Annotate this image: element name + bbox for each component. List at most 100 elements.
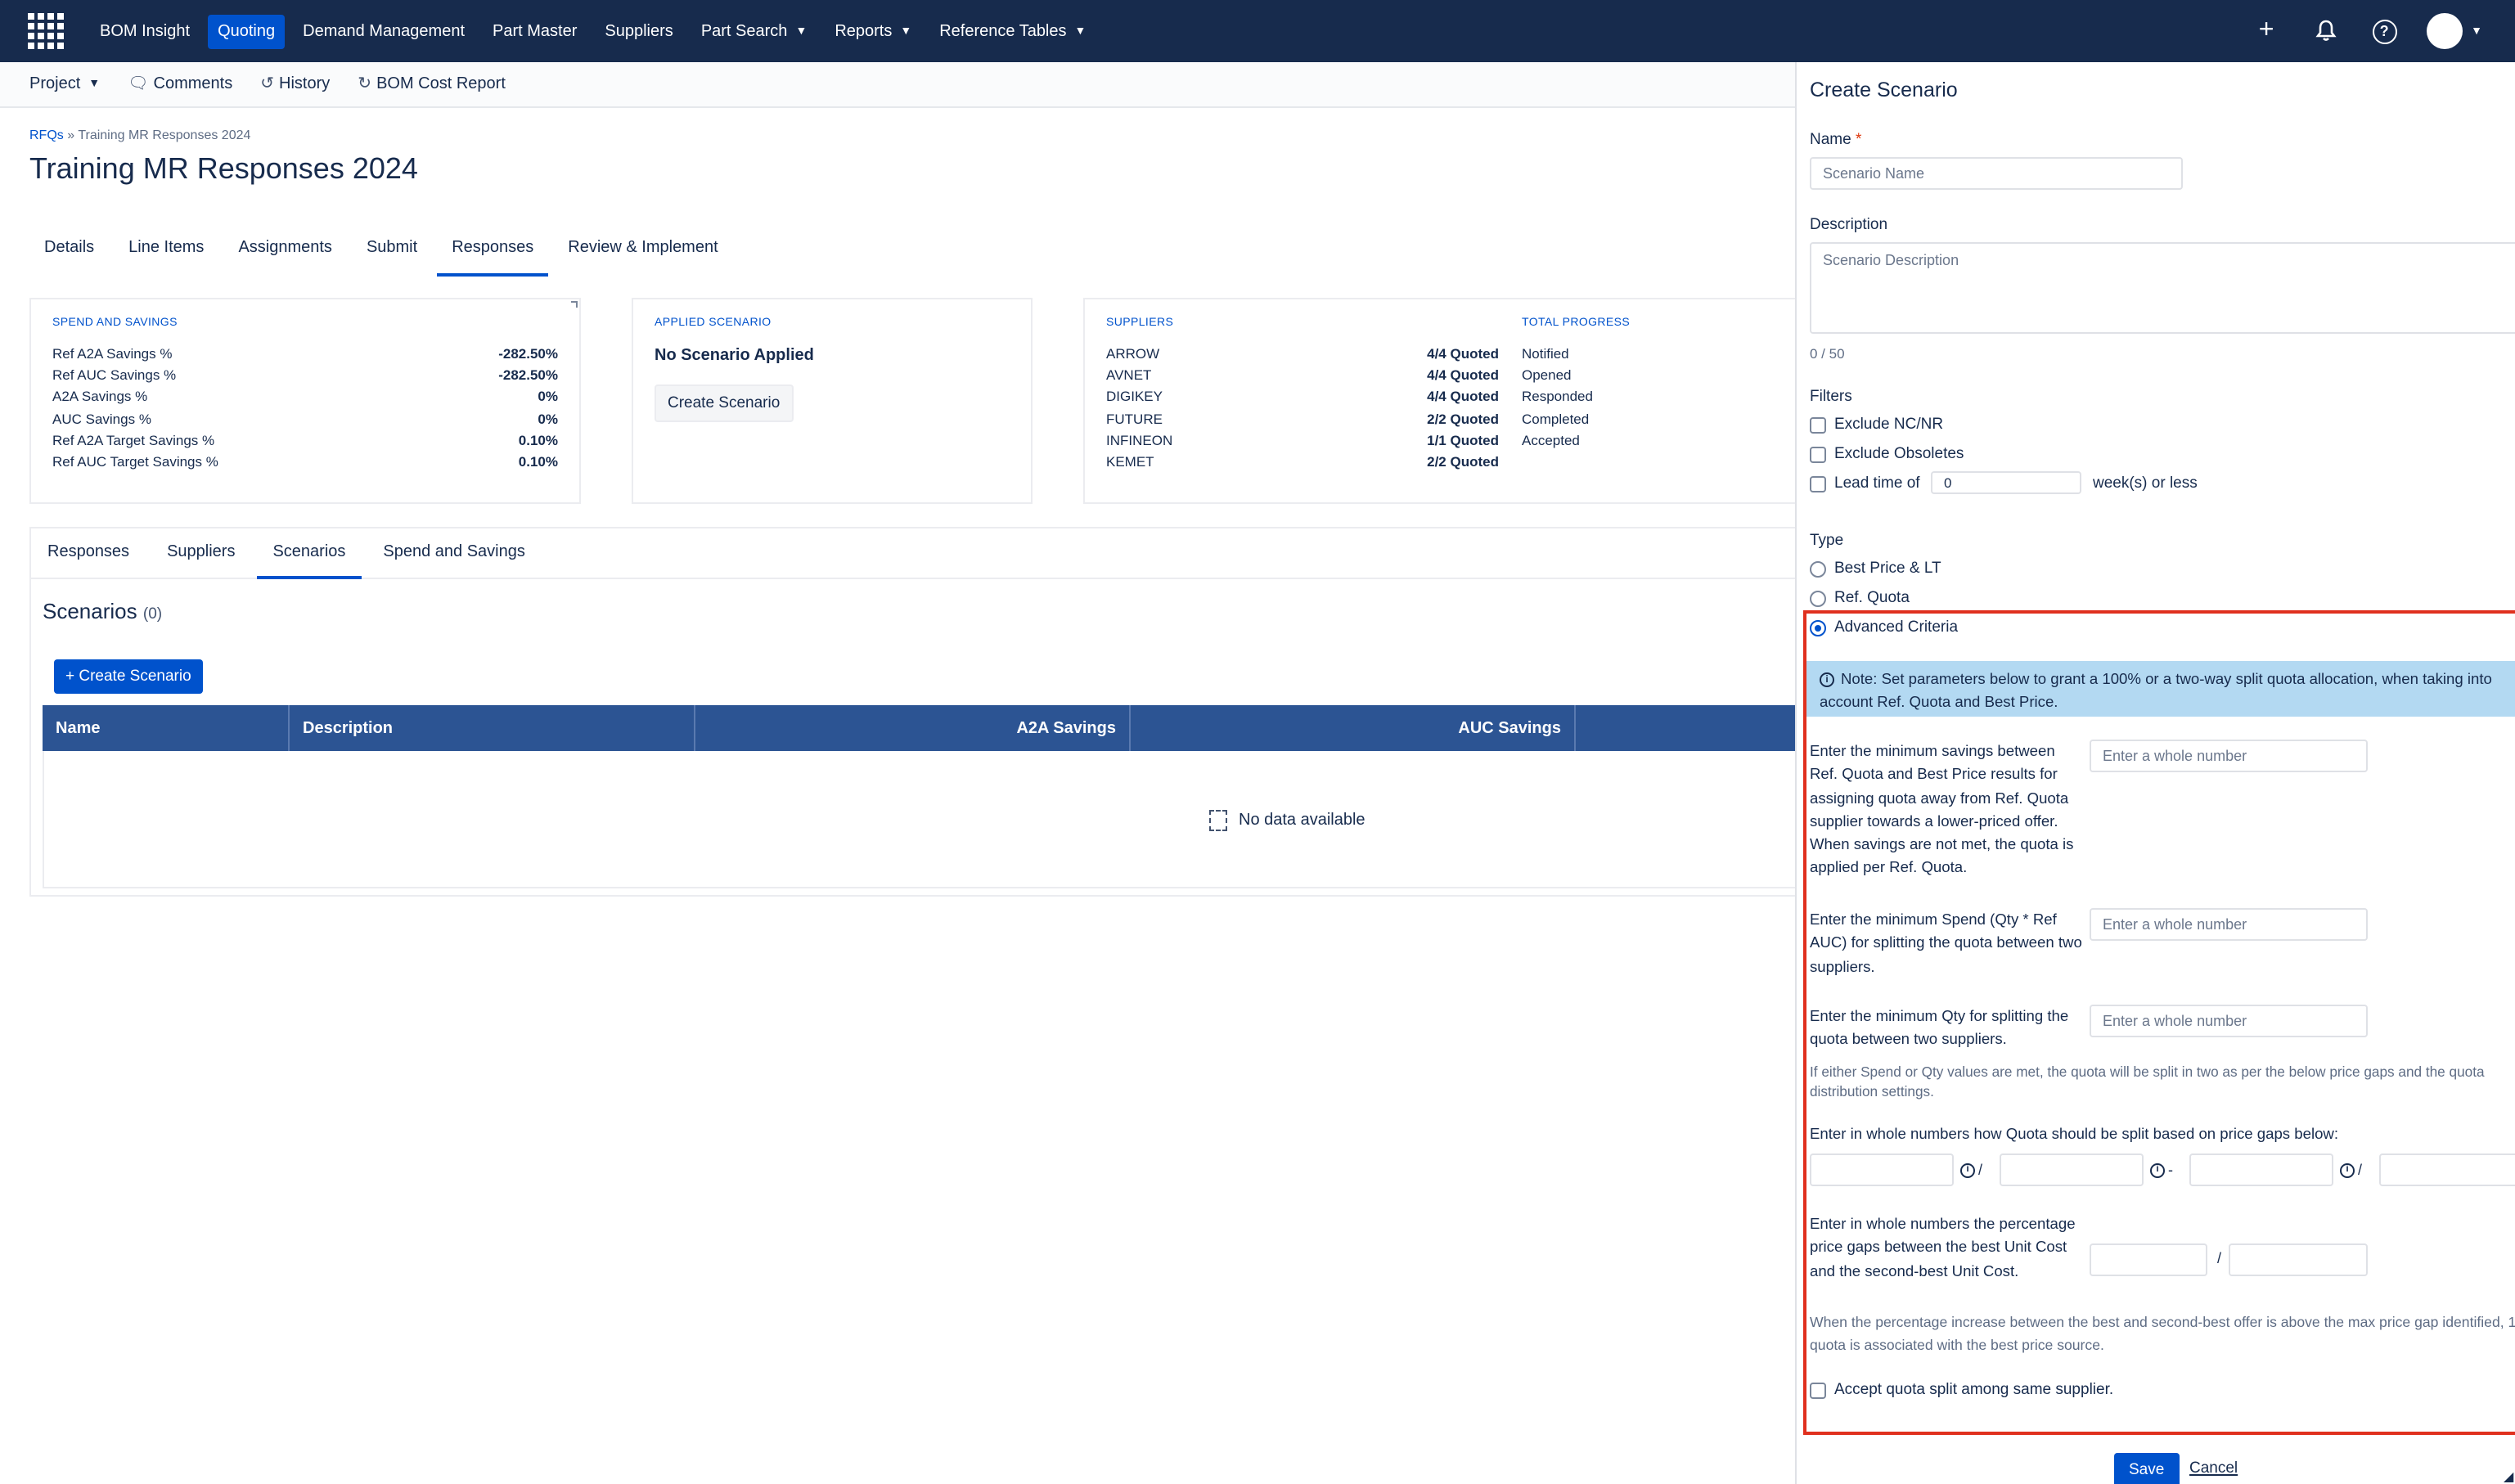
- checkbox-box[interactable]: [1810, 475, 1826, 492]
- exclude-ncnr-checkbox[interactable]: Exclude NC/NR: [1810, 416, 1943, 434]
- bom-cost-report-link[interactable]: ↻ BOM Cost Report: [358, 75, 506, 93]
- comments-link[interactable]: 🗨 Comments: [128, 75, 232, 93]
- info-icon[interactable]: i: [2150, 1162, 2165, 1177]
- supplier-row: DIGIKEY 4/4 Quoted: [1106, 385, 1499, 407]
- app-root: BOM Insight Quoting Demand Management Part …: [0, 0, 2515, 1484]
- type-radio-ref-quota[interactable]: Ref. Quota: [1810, 589, 1910, 607]
- avatar[interactable]: [2427, 13, 2463, 49]
- column-header-description[interactable]: Description: [290, 705, 695, 751]
- main-tabs: Details Line Items Assignments Submit Respon…: [29, 229, 738, 277]
- type-radio-best-price-lt[interactable]: Best Price & LT: [1810, 560, 1941, 578]
- supplier-quoted: 4/4 Quoted: [1427, 366, 1499, 383]
- supplier-rows: ARROW 4/4 Quoted AVNET 4/4 Quoted DIGIKEY 4/4…: [1106, 342, 1499, 473]
- price-gap-max-input[interactable]: [2229, 1243, 2368, 1276]
- supplier-name: FUTURE: [1106, 410, 1163, 427]
- lead-time-input[interactable]: 0: [1931, 471, 2081, 494]
- nav-item-demand-management[interactable]: Demand Management: [293, 14, 475, 48]
- progress-row: Opened: [1522, 364, 1784, 386]
- type-radio-label: Ref. Quota: [1834, 589, 1910, 607]
- quota-split-input-1[interactable]: [1810, 1153, 1954, 1186]
- quota-split-input-4[interactable]: [2379, 1153, 2515, 1186]
- nav-item-label: Quoting: [218, 22, 276, 40]
- column-header-a2a-savings[interactable]: A2A Savings: [695, 705, 1131, 751]
- checkbox-box[interactable]: [1810, 446, 1826, 462]
- quota-split-input-3[interactable]: [2189, 1153, 2333, 1186]
- info-icon[interactable]: i: [1960, 1162, 1975, 1177]
- top-navigation: BOM Insight Quoting Demand Management Part …: [0, 0, 2515, 62]
- cancel-button[interactable]: Cancel: [2189, 1459, 2238, 1477]
- applied-heading: APPLIED SCENARIO: [655, 317, 772, 329]
- accept-split-label: Accept quota split among same supplier.: [1834, 1381, 2114, 1399]
- accept-split-checkbox[interactable]: Accept quota split among same supplier.: [1810, 1381, 2113, 1399]
- column-header-empty: [1576, 705, 1798, 751]
- history-link[interactable]: ↺ History: [260, 75, 330, 93]
- radio-button[interactable]: [1810, 560, 1826, 577]
- nav-item-part-master[interactable]: Part Master: [483, 14, 587, 48]
- help-icon[interactable]: ?: [2368, 15, 2400, 47]
- spend-row-value: -282.50%: [498, 366, 558, 383]
- tab-responses[interactable]: Responses: [437, 229, 549, 277]
- checkbox-box[interactable]: [1810, 1382, 1826, 1398]
- scenarios-count: (0): [142, 605, 163, 623]
- radio-button[interactable]: [1810, 590, 1826, 606]
- chevron-down-icon: ▼: [795, 25, 808, 37]
- nav-item-bom-insight[interactable]: BOM Insight: [90, 14, 200, 48]
- min-spend-input[interactable]: [2090, 908, 2368, 941]
- create-scenario-card-button[interactable]: Create Scenario: [655, 384, 794, 422]
- tab-submit[interactable]: Submit: [352, 229, 432, 277]
- app-grid-icon[interactable]: [28, 13, 64, 49]
- spend-row-label: Ref A2A Savings %: [52, 344, 173, 362]
- scenarios-table-header: Name Description A2A Savings AUC Savings: [43, 705, 1798, 751]
- lead-time-checkbox[interactable]: Lead time of: [1810, 474, 1920, 492]
- name-label-text: Name: [1810, 131, 1851, 149]
- nav-item-suppliers[interactable]: Suppliers: [595, 14, 682, 48]
- tab-assignments[interactable]: Assignments: [223, 229, 347, 277]
- scenario-name-input[interactable]: [1810, 157, 2183, 190]
- tab-review-implement[interactable]: Review & Implement: [553, 229, 732, 277]
- sub-tabs: Responses Suppliers Scenarios Spend and Sav…: [31, 528, 1798, 579]
- info-icon[interactable]: i: [2340, 1162, 2355, 1177]
- quota-split-info: i /: [1960, 1162, 1982, 1178]
- column-header-auc-savings[interactable]: AUC Savings: [1131, 705, 1576, 751]
- supplier-row: KEMET 2/2 Quoted: [1106, 451, 1499, 473]
- min-qty-input[interactable]: [2090, 1005, 2368, 1037]
- checkbox-box[interactable]: [1810, 416, 1826, 433]
- nav-item-quoting[interactable]: Quoting: [208, 14, 286, 48]
- chevron-down-icon: ▼: [1074, 25, 1087, 37]
- column-header-name[interactable]: Name: [43, 705, 290, 751]
- scenarios-table-body: No data available: [43, 751, 1798, 888]
- min-savings-input[interactable]: [2090, 740, 2368, 772]
- exclude-obsoletes-checkbox[interactable]: Exclude Obsoletes: [1810, 445, 1964, 463]
- save-button[interactable]: Save: [2114, 1453, 2180, 1484]
- create-scenario-button[interactable]: + Create Scenario: [54, 659, 203, 694]
- nav-item-reports[interactable]: Reports ▼: [825, 14, 921, 48]
- description-counter: 0 / 50: [1810, 345, 1845, 362]
- tab-line-items[interactable]: Line Items: [114, 229, 218, 277]
- nav-item-reference-tables[interactable]: Reference Tables ▼: [929, 14, 1096, 48]
- subtab-responses[interactable]: Responses: [31, 528, 146, 579]
- supplier-quoted: 2/2 Quoted: [1427, 453, 1499, 470]
- nav-item-part-search[interactable]: Part Search ▼: [691, 14, 817, 48]
- breadcrumb-rfqs-link[interactable]: RFQs: [29, 128, 64, 142]
- quota-split-input-2[interactable]: [2000, 1153, 2144, 1186]
- price-gap-min-input[interactable]: [2090, 1243, 2207, 1276]
- subtab-suppliers[interactable]: Suppliers: [151, 528, 251, 579]
- resize-grip-icon[interactable]: ◢: [2504, 1469, 2513, 1484]
- plus-icon[interactable]: +: [2250, 15, 2283, 47]
- spend-row: Ref AUC Savings % -282.50%: [52, 364, 558, 386]
- sub-toolbar: Project ▼ 🗨 Comments ↺ History ↻ BOM Cost Re…: [0, 62, 1800, 108]
- scenario-description-input[interactable]: [1810, 242, 2515, 334]
- min-savings-text: Enter the minimum savings between Ref. Q…: [1810, 743, 2074, 876]
- info-note-text: Note: Set parameters below to grant a 10…: [1820, 671, 2492, 710]
- chevron-down-icon[interactable]: ▼: [2471, 25, 2482, 37]
- subtab-spend-and-savings[interactable]: Spend and Savings: [367, 528, 541, 579]
- suppliers-card: SUPPLIERS ARROW 4/4 Quoted AVNET 4/4 Quoted…: [1083, 298, 1803, 504]
- help-icon-glyph: ?: [2372, 19, 2397, 43]
- bom-cost-report-label: BOM Cost Report: [376, 75, 506, 93]
- price-gap-separator: /: [2217, 1250, 2222, 1266]
- project-label: Project: [29, 75, 81, 93]
- tab-details[interactable]: Details: [29, 229, 109, 277]
- bell-icon[interactable]: [2309, 15, 2342, 47]
- project-menu[interactable]: Project ▼: [29, 75, 100, 93]
- subtab-scenarios[interactable]: Scenarios: [256, 528, 362, 579]
